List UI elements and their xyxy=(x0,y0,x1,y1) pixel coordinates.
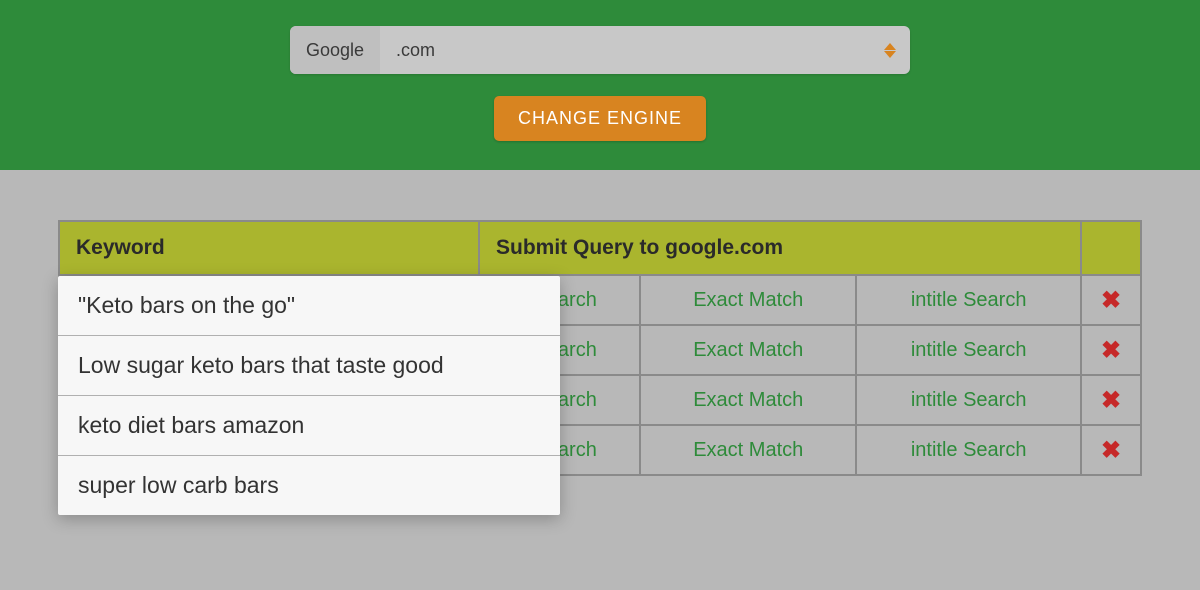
exact-match-link[interactable]: Exact Match xyxy=(640,325,856,375)
arrow-down-icon xyxy=(884,51,896,58)
close-icon: ✖ xyxy=(1101,337,1121,364)
close-icon: ✖ xyxy=(1101,287,1121,314)
intitle-search-link[interactable]: intitle Search xyxy=(856,275,1081,325)
delete-button[interactable]: ✖ xyxy=(1081,275,1141,325)
exact-match-link[interactable]: Exact Match xyxy=(640,275,856,325)
keyword-overlay-list: "Keto bars on the go" Low sugar keto bar… xyxy=(58,276,560,515)
overlay-item[interactable]: keto diet bars amazon xyxy=(58,396,560,456)
exact-match-link[interactable]: Exact Match xyxy=(640,425,856,475)
change-engine-button[interactable]: CHANGE ENGINE xyxy=(494,96,706,141)
close-icon: ✖ xyxy=(1101,387,1121,414)
content-area: Keyword Submit Query to google.com "Keto… xyxy=(0,170,1200,476)
overlay-item[interactable]: "Keto bars on the go" xyxy=(58,276,560,336)
column-header-submit: Submit Query to google.com xyxy=(479,221,1081,275)
overlay-item[interactable]: super low carb bars xyxy=(58,456,560,515)
column-header-keyword: Keyword xyxy=(59,221,479,275)
delete-button[interactable]: ✖ xyxy=(1081,425,1141,475)
engine-prefix-label: Google xyxy=(290,26,380,74)
arrow-up-icon xyxy=(884,43,896,50)
column-header-delete xyxy=(1081,221,1141,275)
engine-domain-value: .com xyxy=(380,40,435,61)
intitle-search-link[interactable]: intitle Search xyxy=(856,425,1081,475)
intitle-search-link[interactable]: intitle Search xyxy=(856,375,1081,425)
delete-button[interactable]: ✖ xyxy=(1081,375,1141,425)
close-icon: ✖ xyxy=(1101,437,1121,464)
engine-dropdown[interactable]: Google .com xyxy=(290,26,910,74)
header-panel: Google .com CHANGE ENGINE xyxy=(0,0,1200,170)
intitle-search-link[interactable]: intitle Search xyxy=(856,325,1081,375)
dropdown-arrows-icon xyxy=(884,43,896,58)
overlay-item[interactable]: Low sugar keto bars that taste good xyxy=(58,336,560,396)
exact-match-link[interactable]: Exact Match xyxy=(640,375,856,425)
delete-button[interactable]: ✖ xyxy=(1081,325,1141,375)
